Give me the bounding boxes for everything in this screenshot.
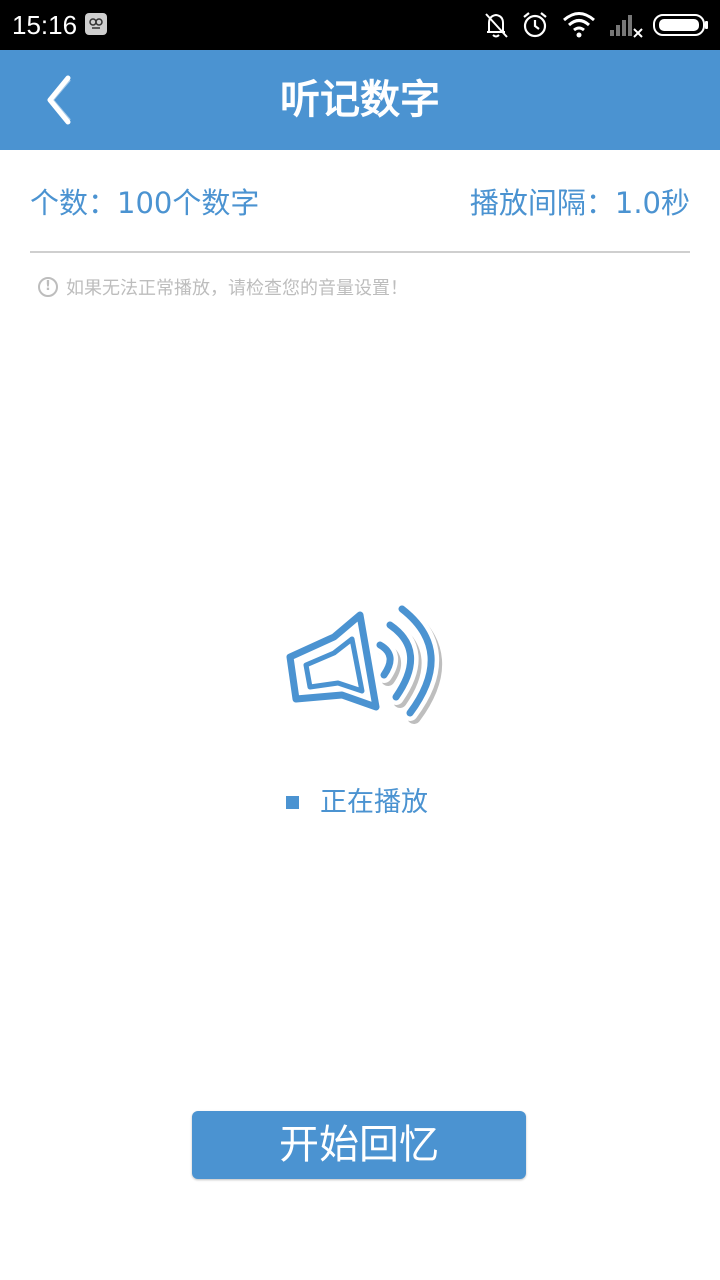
title-bar: 听记数字	[0, 50, 720, 150]
settings-summary: 个数：100个数字 播放间隔：1.0秒	[30, 175, 690, 231]
chevron-left-icon	[47, 75, 71, 125]
status-bar: 15:16	[0, 0, 720, 50]
number-count-label: 个数：100个数字	[30, 186, 260, 220]
info-icon: !	[38, 277, 58, 297]
back-button[interactable]	[30, 70, 90, 130]
play-interval-label: 播放间隔：1.0秒	[469, 186, 690, 220]
volume-notice-text: 如果无法正常播放，请检查您的音量设置！	[66, 278, 408, 299]
alarm-clock-icon	[523, 12, 547, 38]
signal-icon	[610, 15, 643, 38]
page-title: 听记数字	[280, 77, 440, 123]
speaker-icon	[272, 595, 452, 735]
status-time: 15:16	[12, 10, 78, 40]
wifi-icon	[563, 12, 595, 38]
volume-notice: ! 如果无法正常播放，请检查您的音量设置！	[38, 274, 408, 304]
battery-icon	[653, 14, 708, 36]
app-notification-icon	[85, 13, 107, 35]
divider	[30, 251, 690, 253]
start-recall-button[interactable]: 开始回忆	[192, 1111, 526, 1179]
playback-status-text: 正在播放	[320, 787, 428, 818]
status-indicator	[286, 796, 299, 809]
bell-off-icon	[485, 13, 508, 38]
